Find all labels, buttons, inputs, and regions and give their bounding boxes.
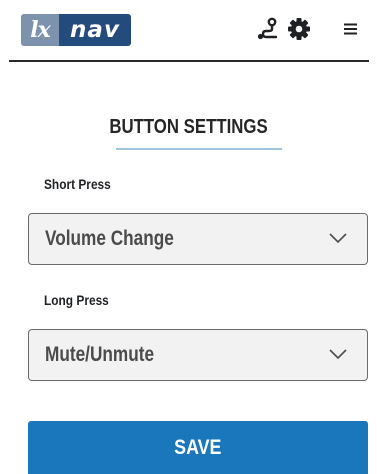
- logo-lx-part: lx: [21, 14, 59, 46]
- chevron-down-icon: [329, 349, 347, 360]
- logo-nav-part: nav: [59, 14, 131, 46]
- route-icon[interactable]: [256, 16, 282, 42]
- long-press-select[interactable]: Mute/Unmute: [28, 329, 368, 381]
- short-press-select[interactable]: Volume Change: [28, 213, 368, 265]
- page-title-underline: [116, 148, 282, 150]
- short-press-selected-value: Volume Change: [45, 227, 174, 250]
- long-press-selected-value: Mute/Unmute: [45, 343, 155, 366]
- route-icon-graphic: [257, 17, 278, 40]
- header-divider: [9, 60, 369, 62]
- long-press-label: Long Press: [44, 292, 109, 308]
- menu-icon[interactable]: [338, 16, 364, 42]
- lxnav-logo[interactable]: lx nav: [21, 14, 131, 46]
- save-button[interactable]: SAVE: [28, 421, 368, 474]
- menu-icon-graphic: [344, 23, 357, 35]
- gear-icon-graphic: [288, 18, 310, 40]
- save-button-label: SAVE: [174, 435, 222, 459]
- page-title: BUTTON SETTINGS: [109, 116, 268, 138]
- gear-icon[interactable]: [286, 16, 312, 42]
- chevron-down-icon: [329, 233, 347, 244]
- app-header: lx nav: [0, 0, 377, 58]
- short-press-label: Short Press: [44, 176, 111, 192]
